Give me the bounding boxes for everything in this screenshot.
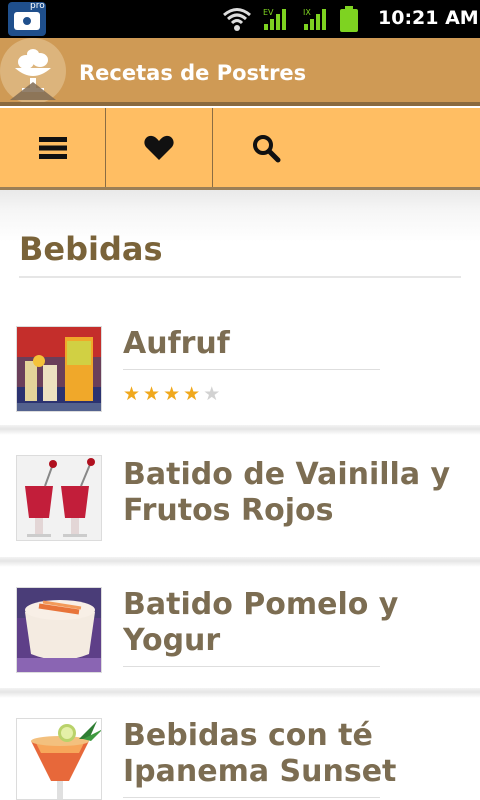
favorites-button[interactable] — [106, 108, 212, 187]
red-smoothies-photo — [17, 456, 101, 540]
ipanema-sunset-drink-photo — [17, 719, 101, 799]
menu-icon — [38, 136, 67, 159]
search-button[interactable] — [213, 108, 319, 187]
recipe-title-rule — [123, 369, 380, 370]
toolbar — [0, 108, 480, 190]
grapefruit-yogurt-shake-photo — [17, 588, 101, 672]
battery-icon — [340, 6, 358, 32]
section-divider — [19, 276, 461, 278]
app-title: Recetas de Postres — [79, 61, 307, 85]
wifi-icon — [223, 8, 251, 31]
signal-strength-icon-2: IX — [303, 8, 326, 30]
star-filled-icon: ★ — [123, 383, 141, 405]
recipe-thumbnail — [16, 326, 102, 412]
star-empty-icon: ★ — [203, 383, 221, 405]
recipe-list-item[interactable]: Batido de Vainilla y Frutos Rojos — [0, 435, 480, 555]
list-divider — [0, 557, 480, 567]
recipe-title: Batido de Vainilla y Frutos Rojos — [123, 457, 451, 528]
clock: 10:21 AM — [378, 7, 479, 29]
cocktail-glasses-photo — [17, 327, 101, 411]
app-title-bar: Recetas de Postres — [0, 38, 480, 106]
list-divider — [0, 688, 480, 698]
recipe-thumbnail — [16, 587, 102, 673]
app-badge: pro — [30, 1, 45, 11]
recipe-title-rule — [123, 666, 380, 667]
recipe-list-item[interactable]: Batido Pomelo y Yogur — [0, 567, 480, 687]
recipe-title: Aufruf — [123, 326, 230, 361]
recipe-title-rule — [123, 797, 380, 798]
ice-cream-logo-icon[interactable] — [0, 38, 70, 106]
recipe-title: Bebidas con té Ipanema Sunset — [123, 718, 397, 789]
list-divider — [0, 425, 480, 435]
status-bar: pro EV IX 10:21 AM — [0, 0, 480, 38]
recipe-list-item[interactable]: Aufruf — [0, 310, 480, 422]
star-filled-icon: ★ — [143, 383, 161, 405]
star-filled-icon: ★ — [183, 383, 201, 405]
recipe-thumbnail — [16, 455, 102, 541]
menu-button[interactable] — [0, 108, 105, 187]
star-filled-icon: ★ — [163, 383, 181, 405]
svg-text:EV: EV — [263, 8, 274, 17]
title-bar-divider — [0, 102, 480, 106]
section-title: Bebidas — [19, 230, 163, 268]
recipe-thumbnail — [16, 718, 102, 800]
recipe-title: Batido Pomelo y Yogur — [123, 587, 399, 658]
recipe-rating: ★ ★ ★ ★ ★ — [123, 384, 220, 404]
svg-text:IX: IX — [303, 8, 311, 17]
recipe-list-item[interactable]: Bebidas con té Ipanema Sunset — [0, 698, 480, 800]
heart-icon — [144, 135, 174, 160]
signal-strength-icon-1: EV — [263, 8, 286, 30]
camera-app-icon[interactable]: pro — [8, 1, 46, 36]
search-icon — [253, 134, 281, 162]
